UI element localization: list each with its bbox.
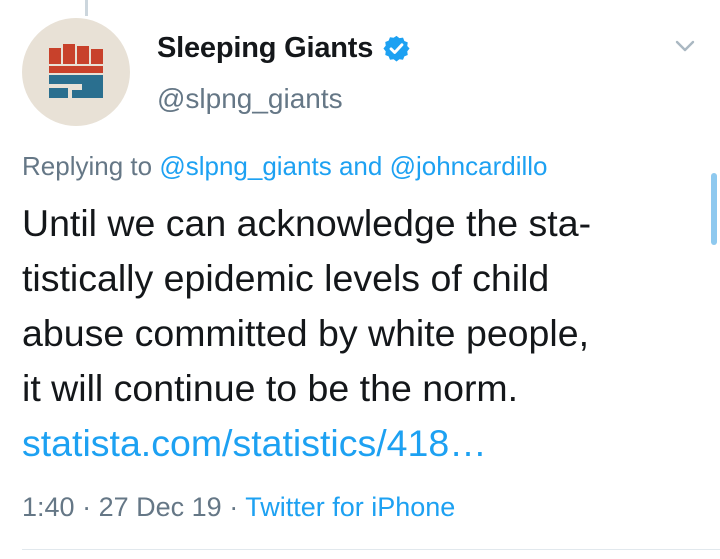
tweet-date: 27 Dec 19 xyxy=(98,492,222,522)
user-info: Sleeping Giants @slpng_giants xyxy=(157,31,411,115)
sleeping-giants-logo xyxy=(49,44,103,98)
tweet-meta: 1:40 · 27 Dec 19 · Twitter for iPhone xyxy=(22,492,455,523)
tweet-text-line: it will continue to be the norm. xyxy=(22,367,519,409)
tweet-text: Until we can acknowledge the sta- tistic… xyxy=(22,196,702,471)
display-name[interactable]: Sleeping Giants xyxy=(157,32,373,65)
mention-link[interactable]: @slpng_giants xyxy=(159,151,331,181)
meta-separator: · xyxy=(82,492,92,522)
scrollbar[interactable] xyxy=(711,173,717,245)
avatar[interactable] xyxy=(22,18,130,126)
tweet-link[interactable]: statista.com/statistics/418… xyxy=(22,416,702,471)
tweet-text-line: abuse committed by white people, xyxy=(22,312,589,354)
replying-to-prefix: Replying to xyxy=(22,151,153,181)
meta-separator: · xyxy=(229,492,239,522)
user-handle[interactable]: @slpng_giants xyxy=(157,83,411,115)
replying-to: Replying to @slpng_giants and @johncardi… xyxy=(22,151,547,182)
thread-connector-line xyxy=(85,0,88,16)
tweet-text-line: tistically epidemic levels of child xyxy=(22,257,550,299)
mention-link[interactable]: @johncardillo xyxy=(390,151,548,181)
reply-conjunction: and xyxy=(338,151,383,181)
tweet-client-link[interactable]: Twitter for iPhone xyxy=(245,492,455,522)
tweet-text-line: Until we can acknowledge the sta- xyxy=(22,202,592,244)
divider xyxy=(22,549,720,550)
chevron-down-icon[interactable] xyxy=(674,38,696,54)
name-row: Sleeping Giants xyxy=(157,31,411,65)
tweet-time: 1:40 xyxy=(22,492,75,522)
verified-badge-icon xyxy=(382,34,411,63)
